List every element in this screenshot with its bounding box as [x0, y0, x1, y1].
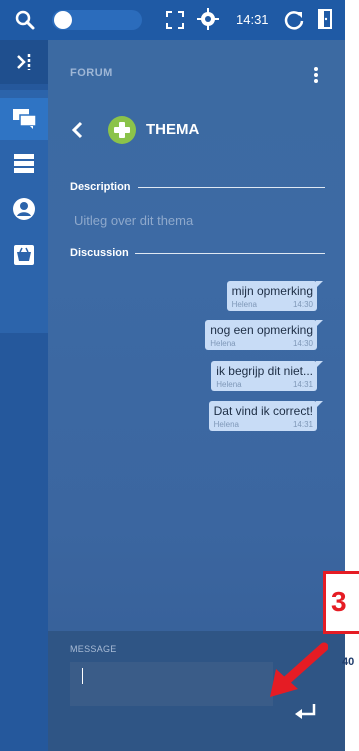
message-time: 14:30	[292, 339, 313, 348]
back-chevron-icon[interactable]	[70, 120, 86, 140]
discussion-label: Discussion	[70, 247, 129, 259]
description-text: Uitleg over dit thema	[74, 213, 194, 228]
forum-app: 14:31 FORUM THEMA Description Uitleg ove…	[0, 0, 345, 751]
annotation-margin	[345, 631, 359, 751]
sidebar-item-basket[interactable]	[0, 234, 48, 276]
more-options-icon[interactable]	[310, 65, 322, 85]
collapse-icon	[17, 54, 31, 70]
refresh-icon[interactable]	[283, 9, 305, 31]
message-author: Helena	[213, 420, 239, 429]
message-label: MESSAGE	[70, 644, 117, 654]
toggle-knob	[54, 11, 72, 29]
message-text: ik begrijp dit niet...	[216, 364, 313, 378]
exit-door-icon[interactable]	[315, 7, 335, 31]
message-time: 14:31	[292, 380, 313, 389]
message-bubble: Dat vind ik correct! Helena 14:31	[208, 401, 324, 431]
clock-time: 14:31	[236, 12, 269, 27]
status-bar: 14:31	[0, 0, 345, 40]
message-text: nog een opmerking	[210, 323, 313, 337]
annotation-number: 3	[331, 586, 347, 617]
plus-circle-icon	[108, 116, 136, 144]
section-title: FORUM	[70, 67, 113, 79]
message-author: Helena	[216, 380, 242, 389]
expand-icon[interactable]	[165, 10, 185, 30]
message-time: 14:31	[292, 420, 313, 429]
toggle-switch[interactable]	[52, 10, 142, 30]
description-label: Description	[70, 181, 131, 193]
crosshair-icon[interactable]	[196, 7, 220, 31]
message-author: Helena	[231, 300, 257, 309]
page-title: THEMA	[146, 121, 200, 138]
search-icon[interactable]	[14, 9, 36, 31]
sidebar-menu	[0, 90, 48, 333]
send-enter-icon[interactable]	[293, 701, 317, 723]
sidebar-item-forum[interactable]	[0, 98, 48, 140]
message-bubble: mijn opmerking Helena 14:30	[226, 281, 324, 311]
message-time: 14:30	[292, 300, 313, 309]
sidebar-item-stack[interactable]	[0, 142, 48, 184]
forum-chat-icon	[13, 109, 37, 129]
sidebar	[0, 40, 48, 751]
annotation-side-text: 40	[342, 656, 355, 668]
annotation-arrow-icon	[270, 642, 328, 697]
description-divider	[138, 187, 325, 188]
basket-icon	[14, 245, 34, 265]
sidebar-collapse-button[interactable]	[0, 40, 48, 84]
message-text: mijn opmerking	[231, 284, 313, 298]
text-caret	[82, 668, 83, 684]
discussion-divider	[135, 253, 325, 254]
sidebar-item-profile[interactable]	[0, 188, 48, 230]
message-bubble: ik begrijp dit niet... Helena 14:31	[211, 361, 323, 391]
stack-icon	[14, 154, 34, 173]
message-input[interactable]	[70, 662, 273, 706]
message-bubble: nog een opmerking Helena 14:30	[205, 320, 323, 350]
person-icon	[13, 198, 35, 220]
message-author: Helena	[210, 339, 236, 348]
message-text: Dat vind ik correct!	[213, 404, 313, 418]
